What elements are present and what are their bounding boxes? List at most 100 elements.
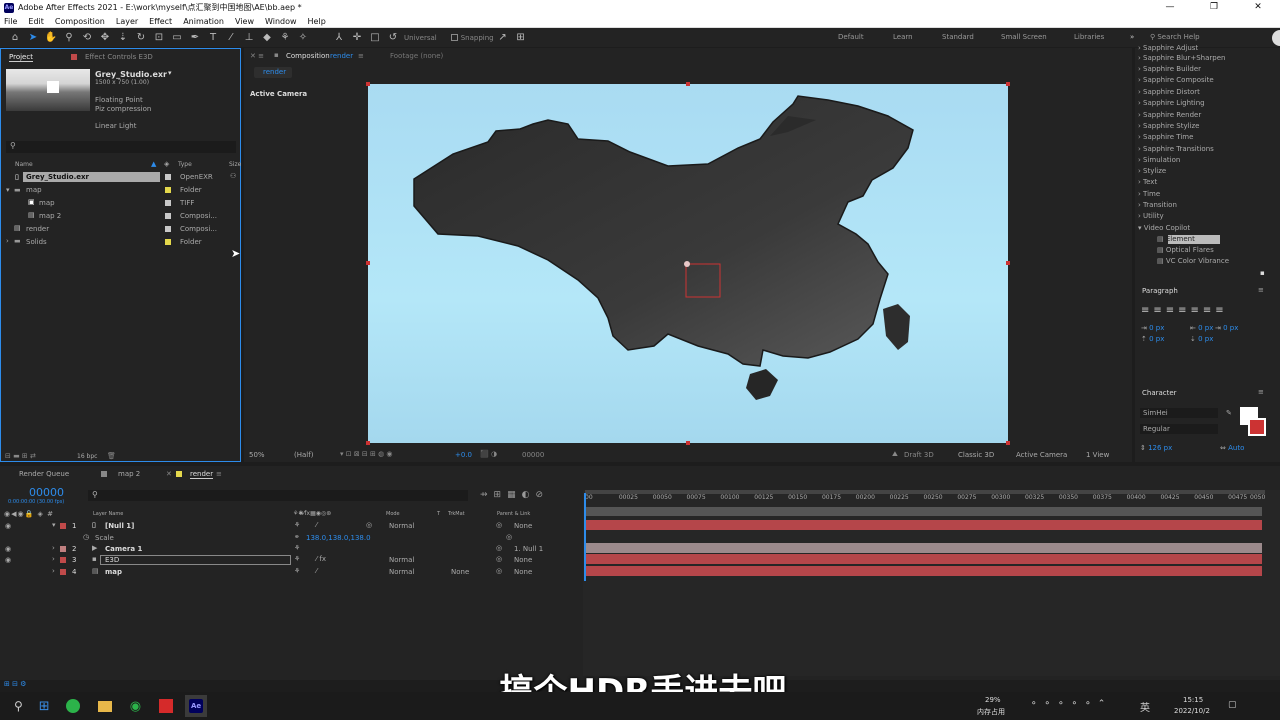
viewer-options-icons[interactable]: ▾ ⊡ ⊠ ⊟ ⊞ ◍ ◉ <box>340 450 393 458</box>
dolly-camera-icon[interactable]: ⇣ <box>116 31 130 45</box>
pick-whip-icon[interactable]: ◎ <box>496 555 502 563</box>
after-effects-taskbar-button[interactable]: Ae <box>185 695 208 717</box>
eraser-tool-icon[interactable]: ◆ <box>260 31 274 45</box>
space-before-field[interactable]: ⇡ 0 px <box>1141 335 1164 343</box>
panel-menu-icon[interactable]: ≡ <box>1258 286 1264 294</box>
transform-handle[interactable] <box>1006 82 1010 86</box>
menu-window[interactable]: Window <box>265 17 297 26</box>
pick-whip-icon[interactable]: ◎ <box>506 533 512 541</box>
indent-first-field[interactable]: ⇥ 0 px <box>1215 324 1238 332</box>
effect-category[interactable]: › Sapphire Stylize <box>1138 122 1200 130</box>
col-trkmat[interactable]: TrkMat <box>448 511 465 517</box>
bpc-label[interactable]: 16 bpc <box>77 453 97 460</box>
3d-layer-switch-icon[interactable]: ◎ <box>366 521 372 529</box>
col-size[interactable]: Size <box>229 161 241 168</box>
view-axis-icon[interactable]: □ <box>368 31 382 45</box>
new-bin-icon[interactable]: ▪ <box>1260 269 1265 277</box>
timecode-display[interactable]: 00000 <box>522 451 544 459</box>
tray-icons[interactable]: ⚬⚬⚬⚬⚬⌃ <box>1030 699 1111 709</box>
collapse-arrow-icon[interactable]: › <box>6 237 9 245</box>
composition-viewer[interactable] <box>366 82 1010 445</box>
playhead[interactable] <box>584 493 586 581</box>
effect-category[interactable]: › Stylize <box>1138 167 1166 175</box>
close-button[interactable]: ✕ <box>1236 0 1280 15</box>
tab-menu-icon[interactable]: ≡ <box>216 470 222 478</box>
menu-layer[interactable]: Layer <box>116 17 138 26</box>
layer-duration-bar[interactable] <box>586 566 1262 576</box>
resolution-dropdown[interactable]: (Half) <box>294 451 313 459</box>
clone-stamp-icon[interactable]: ⊥ <box>242 31 256 45</box>
menu-file[interactable]: File <box>4 17 17 26</box>
close-tab-icon[interactable]: ✕ ≡ <box>250 52 264 60</box>
tab-render-queue[interactable]: Render Queue <box>19 470 69 478</box>
project-item-name[interactable]: render <box>26 225 49 233</box>
expand-arrow-icon[interactable]: ▾ <box>52 521 56 529</box>
layer-duration-bar[interactable] <box>586 520 1262 530</box>
col-mode[interactable]: Mode <box>386 511 400 517</box>
clock-time[interactable]: 15:15 <box>1183 696 1203 704</box>
snapshot-icon[interactable]: ⬛ ◑ <box>480 450 497 458</box>
transform-handle[interactable] <box>366 441 370 445</box>
snap-grid-icon[interactable]: ⊞ <box>514 31 528 45</box>
views-dropdown[interactable]: 1 View <box>1086 451 1109 459</box>
effect-category[interactable]: › Sapphire Builder <box>1138 65 1201 73</box>
roto-brush-icon[interactable]: ⚘ <box>278 31 292 45</box>
menu-effect[interactable]: Effect <box>149 17 172 26</box>
character-title[interactable]: Character <box>1142 389 1177 397</box>
magnification-dropdown[interactable]: 50% <box>249 451 265 459</box>
file-explorer-icon[interactable] <box>97 700 112 712</box>
transform-handle[interactable] <box>1006 441 1010 445</box>
mode-dropdown[interactable]: Normal <box>389 556 414 564</box>
clock-date[interactable]: 2022/10/2 <box>1174 707 1210 715</box>
anchor-point-icon[interactable] <box>684 261 690 267</box>
type-tool-icon[interactable]: T <box>206 31 220 45</box>
stopwatch-icon[interactable]: ◷ <box>83 533 89 541</box>
effect-category[interactable]: › Sapphire Composite <box>1138 76 1214 84</box>
effect-category[interactable]: › Sapphire Lighting <box>1138 99 1205 107</box>
project-search-input[interactable]: ⚲ <box>6 141 236 153</box>
brush-tool-icon[interactable]: ⁄ <box>224 31 238 45</box>
camera-dropdown[interactable]: Active Camera <box>1016 451 1067 459</box>
col-t[interactable]: T <box>437 511 440 517</box>
orbit-camera-icon[interactable]: ⟲ <box>80 31 94 45</box>
effect-category[interactable]: › Text <box>1138 178 1157 186</box>
notification-icon[interactable]: ▢ <box>1228 700 1237 710</box>
snap-icon[interactable]: ↗ <box>496 31 510 45</box>
parent-dropdown[interactable]: None <box>514 522 532 530</box>
mode-dropdown[interactable]: Normal <box>389 568 414 576</box>
timeline-search-input[interactable]: ⚲ <box>88 490 468 501</box>
world-axis-icon[interactable]: ✛ <box>350 31 364 45</box>
quality-switch-icon[interactable]: ⁄ <box>316 567 317 575</box>
tab-render[interactable]: render <box>190 470 214 479</box>
layer-name[interactable]: map <box>105 568 122 576</box>
menu-view[interactable]: View <box>235 17 254 26</box>
menu-composition[interactable]: Composition <box>55 17 105 26</box>
draft3d-toggle[interactable]: Draft 3D <box>904 451 934 459</box>
layer-rename-field[interactable] <box>100 555 291 565</box>
transform-handle[interactable] <box>686 441 690 445</box>
chat-app-icon[interactable] <box>65 699 80 713</box>
orbit-axis-icon[interactable]: ↺ <box>386 31 400 45</box>
current-timecode[interactable]: 00000 <box>29 486 64 499</box>
effect-category[interactable]: › Sapphire Transitions <box>1138 145 1214 153</box>
asset-dropdown-icon[interactable]: ▾ <box>168 69 172 77</box>
workspace-small-screen[interactable]: Small Screen <box>1001 28 1047 47</box>
expand-arrow-icon[interactable]: › <box>52 544 55 552</box>
trkmat-dropdown[interactable]: None <box>451 568 469 576</box>
layer-name[interactable]: [Null 1] <box>105 522 134 530</box>
lock-icon[interactable]: ▪ <box>274 51 279 59</box>
parent-dropdown[interactable]: 1. Null 1 <box>514 545 543 553</box>
layer-duration-bar[interactable] <box>586 554 1262 564</box>
hand-tool-icon[interactable]: ✋ <box>44 31 58 45</box>
expand-arrow-icon[interactable]: › <box>52 567 55 575</box>
col-name[interactable]: Name <box>15 161 33 168</box>
home-icon[interactable]: ⌂ <box>8 31 22 45</box>
menu-edit[interactable]: Edit <box>28 17 44 26</box>
font-family-dropdown[interactable]: SimHei <box>1140 408 1218 418</box>
tab-footage[interactable]: Footage (none) <box>390 52 443 60</box>
project-item-name[interactable]: map <box>39 199 55 207</box>
eyedropper-icon[interactable]: ✎ <box>1226 409 1232 417</box>
effect-category[interactable]: › Sapphire Time <box>1138 133 1193 141</box>
exposure-value[interactable]: +0.0 <box>455 451 472 459</box>
ime-label[interactable]: 英 <box>1140 699 1150 714</box>
